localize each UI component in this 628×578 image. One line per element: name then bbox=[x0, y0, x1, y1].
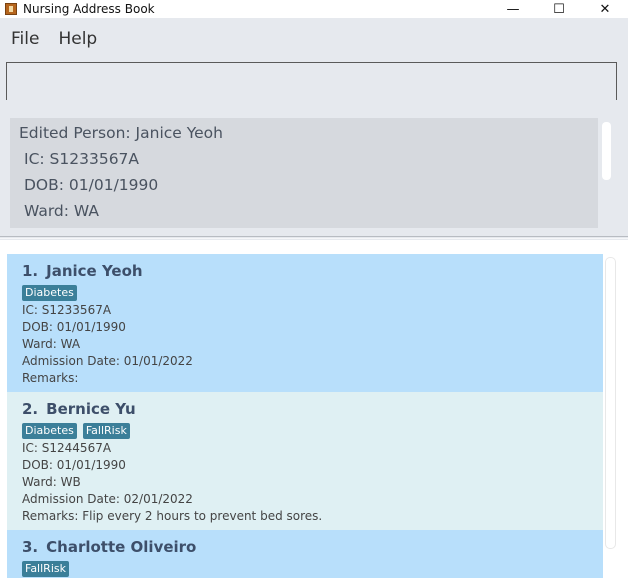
person-dob: DOB: 01/01/1990 bbox=[22, 458, 126, 472]
person-ward: Ward: WB bbox=[22, 475, 81, 489]
person-index: 2. bbox=[22, 400, 39, 418]
close-icon[interactable]: ✕ bbox=[582, 0, 628, 18]
window-title: Nursing Address Book bbox=[23, 2, 155, 16]
person-card[interactable]: 1. Janice Yeoh Diabetes IC: S1233567A DOB… bbox=[7, 254, 603, 392]
result-line: Edited Person: Janice Yeoh bbox=[19, 124, 223, 142]
person-dob: DOB: 01/01/1990 bbox=[22, 320, 126, 334]
menu-help[interactable]: Help bbox=[58, 29, 97, 49]
list-scrollbar[interactable] bbox=[606, 258, 615, 548]
window-controls: — ☐ ✕ bbox=[490, 0, 628, 18]
tag: FallRisk bbox=[82, 423, 130, 439]
person-name: 1. Janice Yeoh bbox=[22, 262, 143, 280]
divider[interactable] bbox=[0, 236, 628, 239]
tag: Diabetes bbox=[22, 285, 77, 301]
person-name-text: Charlotte Oliveiro bbox=[46, 538, 197, 556]
result-scrollbar[interactable] bbox=[602, 122, 611, 180]
result-line: DOB: 01/01/1990 bbox=[24, 176, 159, 194]
person-name-text: Janice Yeoh bbox=[46, 262, 143, 280]
person-index: 3. bbox=[22, 538, 39, 556]
person-ic: IC: S1233567A bbox=[22, 303, 112, 317]
result-line: Ward: WA bbox=[24, 202, 100, 220]
person-ic: IC: S1244567A bbox=[22, 441, 112, 455]
tag-list: FallRisk bbox=[22, 561, 75, 577]
tag: Diabetes bbox=[22, 423, 77, 439]
person-card[interactable]: 3. Charlotte Oliveiro FallRisk bbox=[7, 530, 603, 578]
command-input[interactable] bbox=[7, 63, 628, 100]
person-admission-date: Admission Date: 02/01/2022 bbox=[22, 492, 193, 506]
person-remarks: Remarks: bbox=[22, 371, 79, 385]
title-bar: Nursing Address Book — ☐ ✕ bbox=[0, 0, 628, 18]
menu-file[interactable]: File bbox=[11, 29, 39, 49]
person-name: 2. Bernice Yu bbox=[22, 400, 136, 418]
result-display: Edited Person: Janice Yeoh IC: S1233567A… bbox=[10, 118, 598, 228]
tag-list: Diabetes FallRisk bbox=[22, 423, 136, 439]
person-name: 3. Charlotte Oliveiro bbox=[22, 538, 196, 556]
tag: FallRisk bbox=[22, 561, 69, 577]
menu-bar: File Help bbox=[0, 22, 628, 56]
person-card[interactable]: 2. Bernice Yu Diabetes FallRisk IC: S1244… bbox=[7, 392, 603, 530]
result-line: IC: S1233567A bbox=[24, 150, 140, 168]
person-remarks: Remarks: Flip every 2 hours to prevent b… bbox=[22, 509, 323, 523]
person-admission-date: Admission Date: 01/01/2022 bbox=[22, 354, 193, 368]
app-icon bbox=[5, 3, 17, 15]
tag-list: Diabetes bbox=[22, 285, 83, 301]
person-index: 1. bbox=[22, 262, 39, 280]
maximize-icon[interactable]: ☐ bbox=[536, 0, 582, 18]
minimize-icon[interactable]: — bbox=[490, 0, 536, 18]
command-box[interactable] bbox=[6, 62, 628, 100]
person-name-text: Bernice Yu bbox=[46, 400, 136, 418]
person-ward: Ward: WA bbox=[22, 337, 81, 351]
